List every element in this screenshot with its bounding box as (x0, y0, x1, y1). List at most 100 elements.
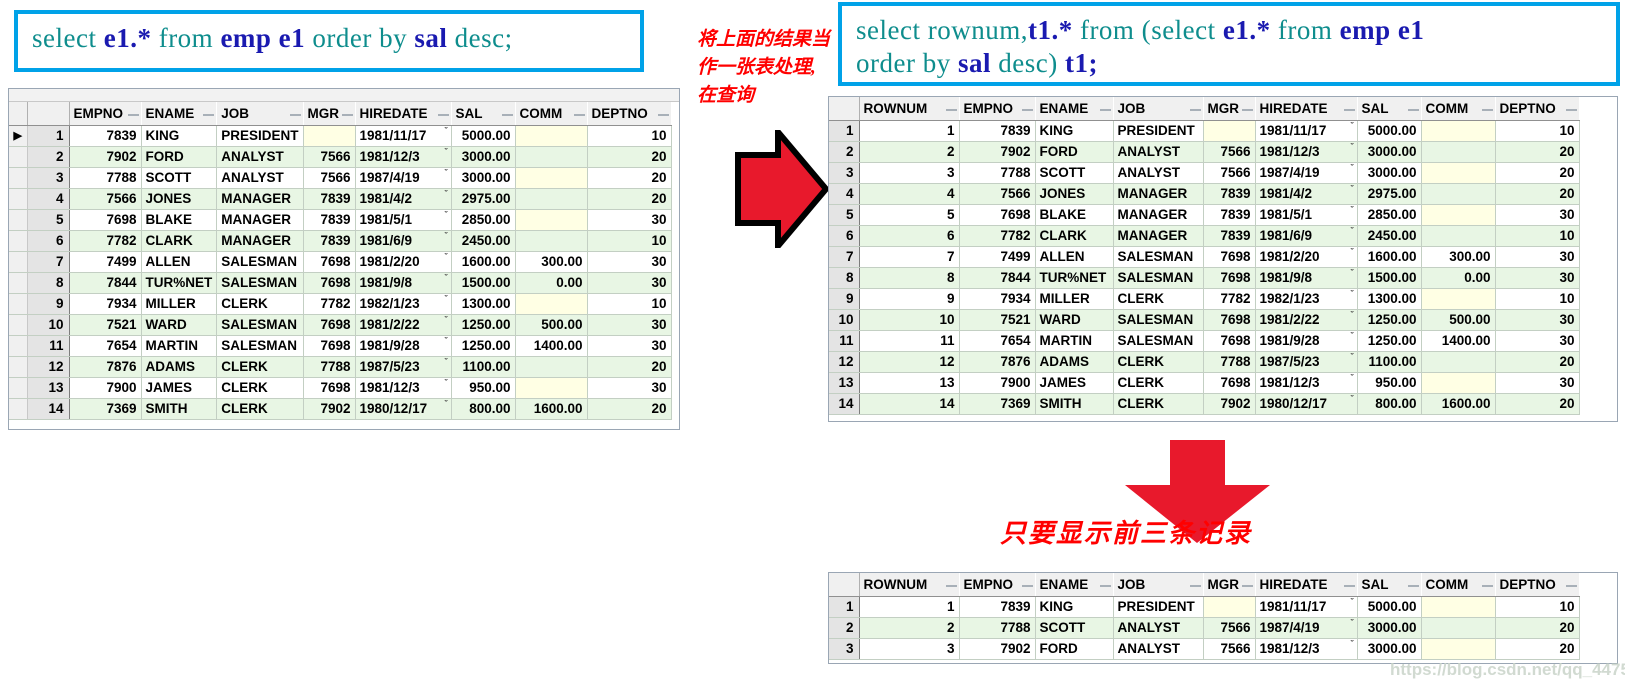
cell-ename[interactable]: ALLEN (1035, 246, 1114, 268)
row-header[interactable]: 9 (829, 288, 860, 310)
column-header-ename[interactable]: ENAME (1035, 573, 1114, 597)
cell-ename[interactable]: WARD (141, 314, 218, 336)
date-dropdown-icon[interactable]: ˇ (1351, 142, 1354, 152)
date-dropdown-icon[interactable]: ˇ (1351, 205, 1354, 215)
cell-mgr[interactable]: 7566 (1203, 617, 1256, 639)
sql-query-box-first[interactable]: select e1.* from emp e1 order by sal des… (14, 10, 644, 72)
row-header[interactable]: 3 (27, 167, 70, 189)
column-header-deptno[interactable]: DEPTNO (587, 102, 672, 126)
cell-sal[interactable]: 3000.00 (451, 146, 516, 168)
cell-deptno[interactable]: 10 (1495, 288, 1580, 310)
cell-job[interactable]: ANALYST (1113, 617, 1204, 639)
table-row[interactable]: 3 3 7902 FORD ANALYST 7566 1981/12/3 ˇ 3000.00 20 (829, 638, 1580, 660)
row-header[interactable]: 1 (829, 120, 860, 142)
row-header[interactable]: 7 (27, 251, 70, 273)
date-dropdown-icon[interactable]: ˇ (1351, 639, 1354, 649)
cell-sal[interactable]: 1600.00 (1357, 246, 1422, 268)
cell-hiredate[interactable]: 1980/12/17 ˇ (1255, 393, 1358, 415)
date-dropdown-icon[interactable]: ˇ (1351, 331, 1354, 341)
cell-mgr[interactable] (1203, 120, 1256, 142)
row-header[interactable]: 9 (27, 293, 70, 315)
cell-hiredate[interactable]: 1981/12/3 ˇ (1255, 141, 1358, 163)
column-header-comm[interactable]: COMM (515, 102, 588, 126)
cell-comm[interactable] (1421, 225, 1496, 247)
cell-empno[interactable]: 7839 (69, 125, 142, 147)
cell-ename[interactable]: CLARK (1035, 225, 1114, 247)
row-header[interactable]: 8 (829, 267, 860, 289)
cell-comm[interactable] (515, 167, 588, 189)
table-row[interactable]: 8 7844 TUR%NET SALESMAN 7698 1981/9/8 ˇ 1500.00… (9, 272, 672, 294)
cell-ename[interactable]: SMITH (141, 398, 218, 420)
column-header-deptno[interactable]: DEPTNO (1495, 573, 1580, 597)
cell-sal[interactable]: 2450.00 (1357, 225, 1422, 247)
cell-mgr[interactable]: 7566 (303, 146, 356, 168)
table-row[interactable]: 9 9 7934 MILLER CLERK 7782 1982/1/23 ˇ 1300.00 10 (829, 288, 1580, 310)
cell-rownum[interactable]: 2 (859, 141, 960, 163)
date-dropdown-icon[interactable]: ˇ (1351, 618, 1354, 628)
date-dropdown-icon[interactable]: ˇ (445, 273, 448, 283)
cell-comm[interactable]: 500.00 (515, 314, 588, 336)
sql-query-box-second[interactable]: select rownum,t1.* from (select e1.* fro… (838, 2, 1620, 86)
cell-job[interactable]: SALESMAN (1113, 330, 1204, 352)
cell-job[interactable]: MANAGER (216, 209, 304, 231)
cell-mgr[interactable]: 7839 (1203, 204, 1256, 226)
cell-rownum[interactable]: 1 (859, 120, 960, 142)
cell-rownum[interactable]: 3 (859, 638, 960, 660)
column-resize-gripper[interactable] (341, 114, 353, 116)
cell-mgr[interactable]: 7698 (303, 377, 356, 399)
row-header[interactable]: 14 (829, 393, 860, 415)
date-dropdown-icon[interactable]: ˇ (1351, 268, 1354, 278)
column-header-job[interactable]: JOB (1113, 573, 1204, 597)
cell-deptno[interactable]: 30 (1495, 309, 1580, 331)
cell-rownum[interactable]: 3 (859, 162, 960, 184)
column-resize-gripper[interactable] (1343, 109, 1355, 111)
cell-hiredate[interactable]: 1981/12/3 ˇ (1255, 638, 1358, 660)
cell-hiredate[interactable]: 1981/2/22 ˇ (1255, 309, 1358, 331)
date-dropdown-icon[interactable]: ˇ (445, 336, 448, 346)
cell-sal[interactable]: 2975.00 (1357, 183, 1422, 205)
cell-deptno[interactable]: 30 (1495, 246, 1580, 268)
cell-deptno[interactable]: 20 (1495, 351, 1580, 373)
cell-ename[interactable]: KING (1035, 596, 1114, 618)
date-dropdown-icon[interactable]: ˇ (445, 231, 448, 241)
table-row[interactable]: 8 8 7844 TUR%NET SALESMAN 7698 1981/9/8 ˇ 1500.0… (829, 267, 1580, 289)
cell-mgr[interactable] (1203, 596, 1256, 618)
column-header-empno[interactable]: EMPNO (959, 97, 1036, 121)
cell-ename[interactable]: ADAMS (141, 356, 218, 378)
date-dropdown-icon[interactable]: ˇ (1351, 597, 1354, 607)
row-header[interactable]: 2 (829, 617, 860, 639)
cell-comm[interactable] (1421, 372, 1496, 394)
cell-ename[interactable]: BLAKE (141, 209, 218, 231)
cell-empno[interactable]: 7876 (959, 351, 1036, 373)
cell-empno[interactable]: 7902 (959, 141, 1036, 163)
cell-comm[interactable] (1421, 596, 1496, 618)
row-header[interactable]: 10 (829, 309, 860, 331)
cell-mgr[interactable]: 7566 (1203, 141, 1256, 163)
cell-hiredate[interactable]: 1981/12/3 ˇ (355, 146, 452, 168)
cell-ename[interactable]: ADAMS (1035, 351, 1114, 373)
cell-empno[interactable]: 7788 (959, 162, 1036, 184)
cell-deptno[interactable]: 30 (1495, 372, 1580, 394)
cell-hiredate[interactable]: 1987/4/19 ˇ (1255, 617, 1358, 639)
column-resize-gripper[interactable] (1099, 109, 1111, 111)
cell-comm[interactable] (515, 125, 588, 147)
cell-ename[interactable]: ALLEN (141, 251, 218, 273)
cell-job[interactable]: MANAGER (216, 188, 304, 210)
cell-deptno[interactable]: 20 (1495, 141, 1580, 163)
column-header-hiredate[interactable]: HIREDATE (1255, 573, 1358, 597)
result-grid-second[interactable]: ROWNUM EMPNO ENAME JOB MGR HIREDATE SAL COMM DEP… (828, 96, 1618, 422)
table-row[interactable]: 4 7566 JONES MANAGER 7839 1981/4/2 ˇ 2975.00 20 (9, 188, 672, 210)
row-header[interactable]: 3 (829, 638, 860, 660)
column-resize-gripper[interactable] (1021, 109, 1033, 111)
cell-hiredate[interactable]: 1981/9/8 ˇ (1255, 267, 1358, 289)
cell-ename[interactable]: KING (1035, 120, 1114, 142)
column-resize-gripper[interactable] (437, 114, 449, 116)
cell-mgr[interactable]: 7698 (1203, 330, 1256, 352)
cell-hiredate[interactable]: 1980/12/17 ˇ (355, 398, 452, 420)
cell-comm[interactable]: 0.00 (1421, 267, 1496, 289)
table-row[interactable]: 5 5 7698 BLAKE MANAGER 7839 1981/5/1 ˇ 2850.00 30 (829, 204, 1580, 226)
table-row[interactable]: 1 1 7839 KING PRESIDENT 1981/11/17 ˇ 5000.00 10 (829, 596, 1580, 618)
cell-ename[interactable]: MARTIN (1035, 330, 1114, 352)
cell-job[interactable]: ANALYST (1113, 141, 1204, 163)
cell-job[interactable]: CLERK (216, 293, 304, 315)
